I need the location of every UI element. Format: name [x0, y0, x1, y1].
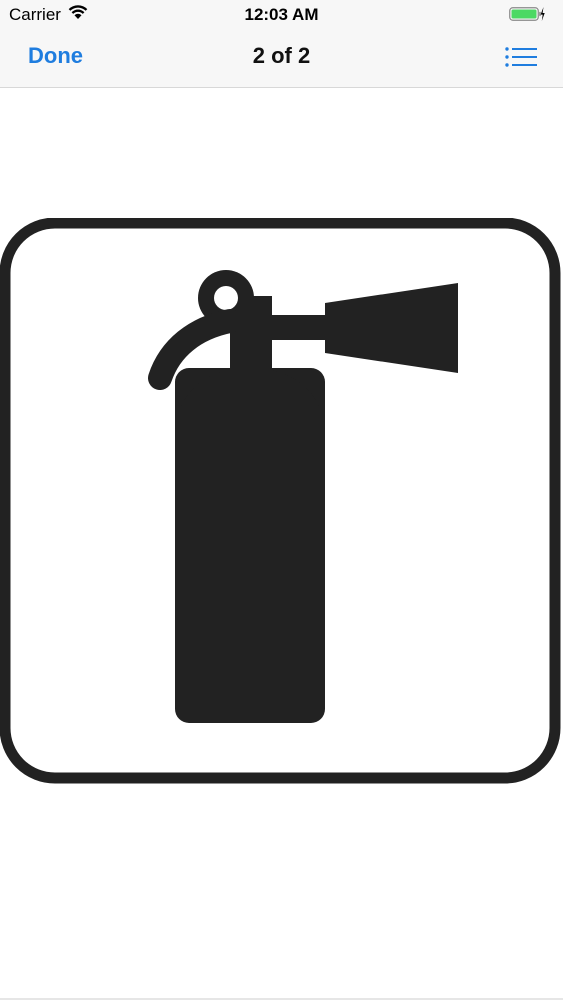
fire-extinguisher-icon — [0, 218, 561, 784]
screen: Carrier 12:03 AM Done 2 of 2 — [0, 0, 563, 1000]
status-bar: Carrier 12:03 AM — [0, 0, 563, 30]
page-counter-title: 2 of 2 — [252, 43, 311, 68]
list-button[interactable] — [503, 44, 539, 70]
battery-charging-icon — [509, 7, 545, 21]
status-time: 12:03 AM — [244, 5, 319, 24]
navigation-bar: Done 2 of 2 — [0, 30, 563, 88]
document-viewer — [0, 88, 563, 1000]
list-icon — [505, 47, 537, 67]
